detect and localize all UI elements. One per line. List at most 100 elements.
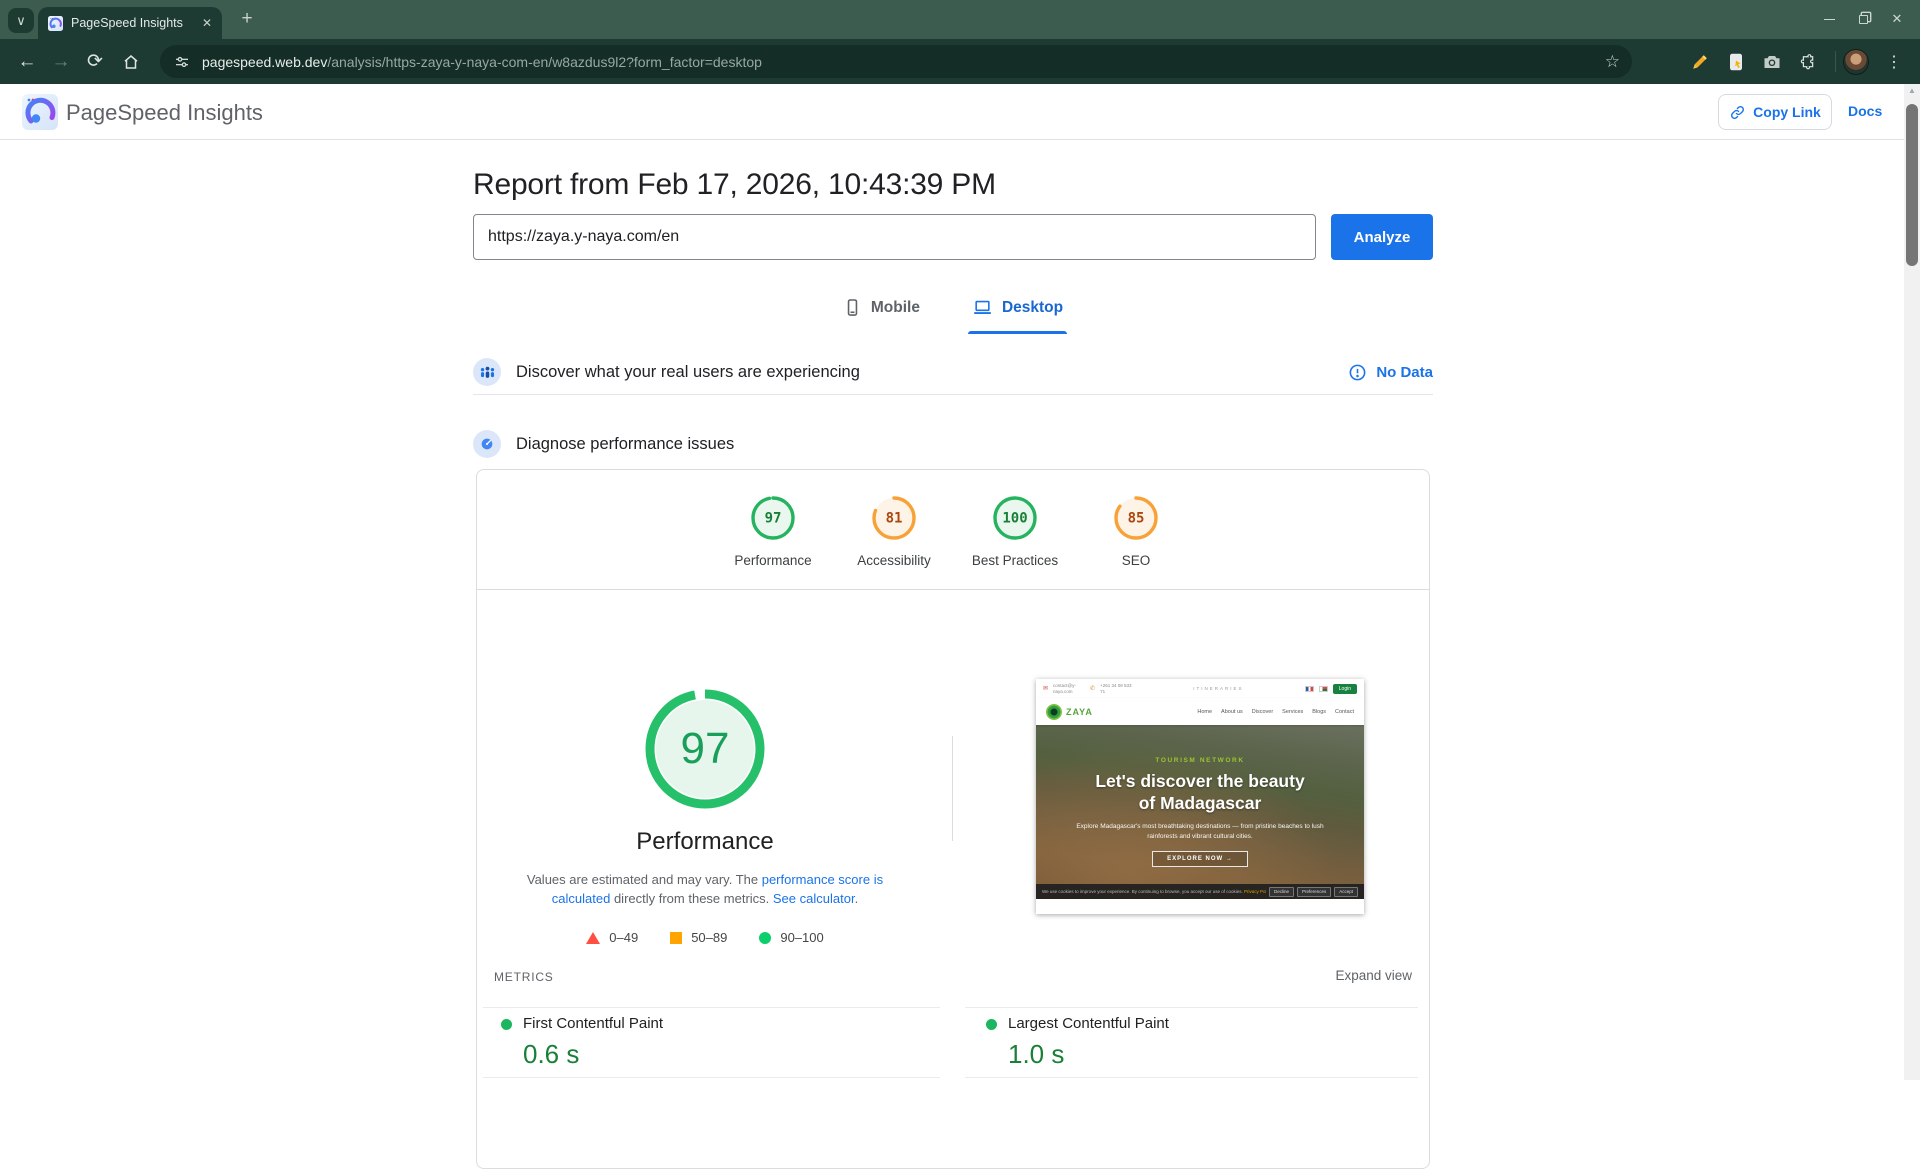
mobile-phone-icon: [843, 298, 862, 317]
tab-favicon-psi-icon: [48, 16, 63, 31]
tab-desktop[interactable]: Desktop: [968, 289, 1067, 334]
metric-divider: [965, 1007, 1418, 1008]
back-icon[interactable]: ←: [12, 39, 42, 84]
docs-link[interactable]: Docs: [1848, 103, 1882, 119]
score-performance[interactable]: 97 Performance: [713, 494, 833, 568]
flag-fr-icon: [1305, 686, 1314, 692]
discover-section-row[interactable]: Discover what your real users are experi…: [473, 350, 1433, 394]
no-data-status[interactable]: No Data: [1348, 363, 1433, 382]
browser-toolbar: ← → ⟳ pagespeed.web.dev/analysis/https-z…: [0, 39, 1920, 84]
score-disclaimer: Values are estimated and may vary. The p…: [505, 870, 905, 908]
thumb-explore-button: EXPLORE NOW →: [1152, 851, 1248, 867]
bookmark-star-icon[interactable]: ☆: [1605, 52, 1620, 72]
site-screenshot-thumbnail[interactable]: ✉ contact@y-naya.com ✆ +261 34 08 533 71…: [1036, 679, 1364, 914]
thumb-top-center: ITINERARIES: [1137, 686, 1300, 691]
url-text[interactable]: pagespeed.web.dev/analysis/https-zaya-y-…: [202, 54, 762, 70]
svg-text:81: 81: [886, 511, 903, 527]
analyze-url-input[interactable]: [473, 214, 1316, 260]
browser-tab[interactable]: PageSpeed Insights ✕: [38, 7, 222, 39]
svg-text:85: 85: [1128, 511, 1145, 527]
new-tab-button[interactable]: +: [234, 6, 260, 32]
toolbar-divider: [1835, 51, 1836, 72]
browser-tab-strip: ∨ PageSpeed Insights ✕ + ✕: [0, 0, 1920, 39]
zaya-logo-icon: [1046, 704, 1062, 720]
copy-link-button[interactable]: Copy Link: [1718, 94, 1832, 130]
thumb-navbar: ZAYA HomeAbout usDiscoverServicesBlogsCo…: [1036, 698, 1364, 725]
legend-good: 90–100: [759, 930, 823, 945]
tab-desktop-label: Desktop: [1002, 299, 1063, 317]
green-circle-icon: [759, 932, 771, 944]
vertical-divider: [952, 736, 953, 841]
window-minimize-button[interactable]: [1816, 6, 1842, 32]
diagnose-label: Diagnose performance issues: [516, 435, 734, 454]
metric-divider: [965, 1077, 1418, 1078]
score-seo[interactable]: 85 SEO: [1076, 494, 1196, 568]
discover-label: Discover what your real users are experi…: [516, 363, 860, 382]
no-data-label: No Data: [1376, 364, 1433, 381]
page-title[interactable]: PageSpeed Insights: [66, 100, 263, 126]
screenshot-extension-icon[interactable]: [1720, 39, 1752, 84]
pencil-extension-icon[interactable]: [1684, 39, 1716, 84]
red-triangle-icon: [586, 932, 600, 944]
thumb-nav-menu: HomeAbout usDiscoverServicesBlogsContact: [1197, 709, 1354, 715]
score-legend: 0–49 50–89 90–100: [505, 930, 905, 945]
score-best-practices[interactable]: 100 Best Practices: [955, 494, 1075, 568]
thumb-kicker: TOURISM NETWORK: [1036, 725, 1364, 764]
score-accessibility[interactable]: 81 Accessibility: [834, 494, 954, 568]
report-title: Report from Feb 17, 2026, 10:43:39 PM: [473, 168, 996, 202]
desktop-laptop-icon: [972, 298, 993, 317]
diagnose-gauge-icon: [473, 430, 501, 458]
forward-icon[interactable]: →: [46, 39, 76, 84]
scrollbar-up-icon[interactable]: ▲: [1904, 86, 1920, 95]
performance-gauge-value: 97: [641, 685, 769, 813]
thumb-cookie-bar: We use cookies to improve your experienc…: [1036, 884, 1364, 899]
browser-menu-kebab-icon[interactable]: ⋮: [1878, 39, 1910, 84]
window-restore-button[interactable]: [1850, 6, 1876, 32]
diagnose-section-row: Diagnose performance issues: [473, 424, 1433, 464]
metric-divider: [483, 1077, 940, 1078]
thumb-headline: Let's discover the beauty of Madagascar: [1085, 770, 1315, 815]
see-calculator-link[interactable]: See calculator: [773, 891, 855, 906]
reload-icon[interactable]: ⟳: [80, 39, 110, 84]
green-dot-icon: [501, 1019, 512, 1030]
zaya-brand: ZAYA: [1066, 707, 1093, 717]
analyze-button[interactable]: Analyze: [1331, 214, 1433, 260]
tab-mobile-label: Mobile: [871, 299, 920, 317]
thumb-phone: +261 34 08 533 71: [1100, 683, 1132, 694]
report-content: Report from Feb 17, 2026, 10:43:39 PM An…: [473, 84, 1433, 1080]
svg-text:97: 97: [765, 511, 782, 527]
lighthouse-report-card: 97 Performance 81 Accessibility 100 Best…: [476, 469, 1430, 1169]
site-settings-icon[interactable]: [174, 54, 190, 70]
green-dot-icon: [986, 1019, 997, 1030]
metrics-heading: METRICS: [494, 970, 554, 984]
performance-gauge: 97: [641, 685, 769, 813]
home-icon[interactable]: [116, 39, 146, 84]
expand-view-button[interactable]: Expand view: [1335, 968, 1412, 983]
psi-logo-icon[interactable]: [22, 94, 58, 130]
tab-title: PageSpeed Insights: [71, 16, 196, 30]
tab-mobile[interactable]: Mobile: [839, 289, 924, 334]
thumb-email: contact@y-naya.com: [1053, 683, 1085, 694]
page-scrollbar[interactable]: ▲: [1904, 84, 1920, 1080]
camera-extension-icon[interactable]: [1756, 39, 1788, 84]
profile-avatar[interactable]: [1840, 39, 1872, 84]
tab-search-chevron-icon[interactable]: ∨: [8, 8, 34, 33]
extensions-puzzle-icon[interactable]: [1792, 39, 1824, 84]
link-icon: [1729, 104, 1746, 121]
thumb-privacy-link: Privacy Policy: [1244, 889, 1266, 894]
flag-mg-icon: [1319, 686, 1328, 692]
url-bar[interactable]: pagespeed.web.dev/analysis/https-zaya-y-…: [160, 45, 1632, 78]
legend-poor: 0–49: [586, 930, 638, 945]
phone-icon: ✆: [1090, 685, 1095, 692]
copy-link-label: Copy Link: [1753, 104, 1821, 120]
thumb-login-button: Login: [1333, 684, 1357, 694]
form-factor-tabs: Mobile Desktop: [473, 289, 1433, 334]
svg-text:100: 100: [1002, 511, 1027, 527]
window-close-button[interactable]: ✕: [1884, 6, 1910, 32]
legend-average: 50–89: [670, 930, 727, 945]
card-divider: [477, 589, 1429, 590]
scrollbar-thumb[interactable]: [1906, 104, 1918, 266]
section-divider: [473, 394, 1433, 395]
tab-close-icon[interactable]: ✕: [202, 16, 212, 30]
metric-divider: [483, 1007, 940, 1008]
